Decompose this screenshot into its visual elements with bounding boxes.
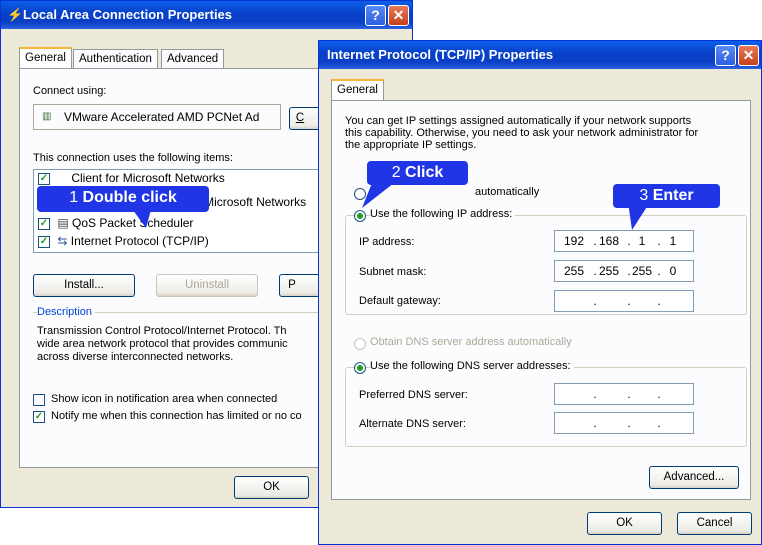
callout-1-text: Double click bbox=[82, 189, 177, 206]
callout-2-pointer bbox=[362, 183, 394, 208]
callout-pointers bbox=[130, 183, 650, 230]
callout-double-click: 1 Double click bbox=[37, 186, 209, 212]
callout-2-number: 2 bbox=[391, 164, 401, 181]
callout-enter: 3 Enter bbox=[613, 184, 720, 208]
callout-click: 2 Click bbox=[367, 161, 468, 185]
callout-3-number: 3 bbox=[639, 187, 649, 204]
callout-3-text: Enter bbox=[652, 187, 694, 204]
callout-2-text: Click bbox=[405, 164, 444, 181]
callout-1-number: 1 bbox=[69, 189, 79, 206]
